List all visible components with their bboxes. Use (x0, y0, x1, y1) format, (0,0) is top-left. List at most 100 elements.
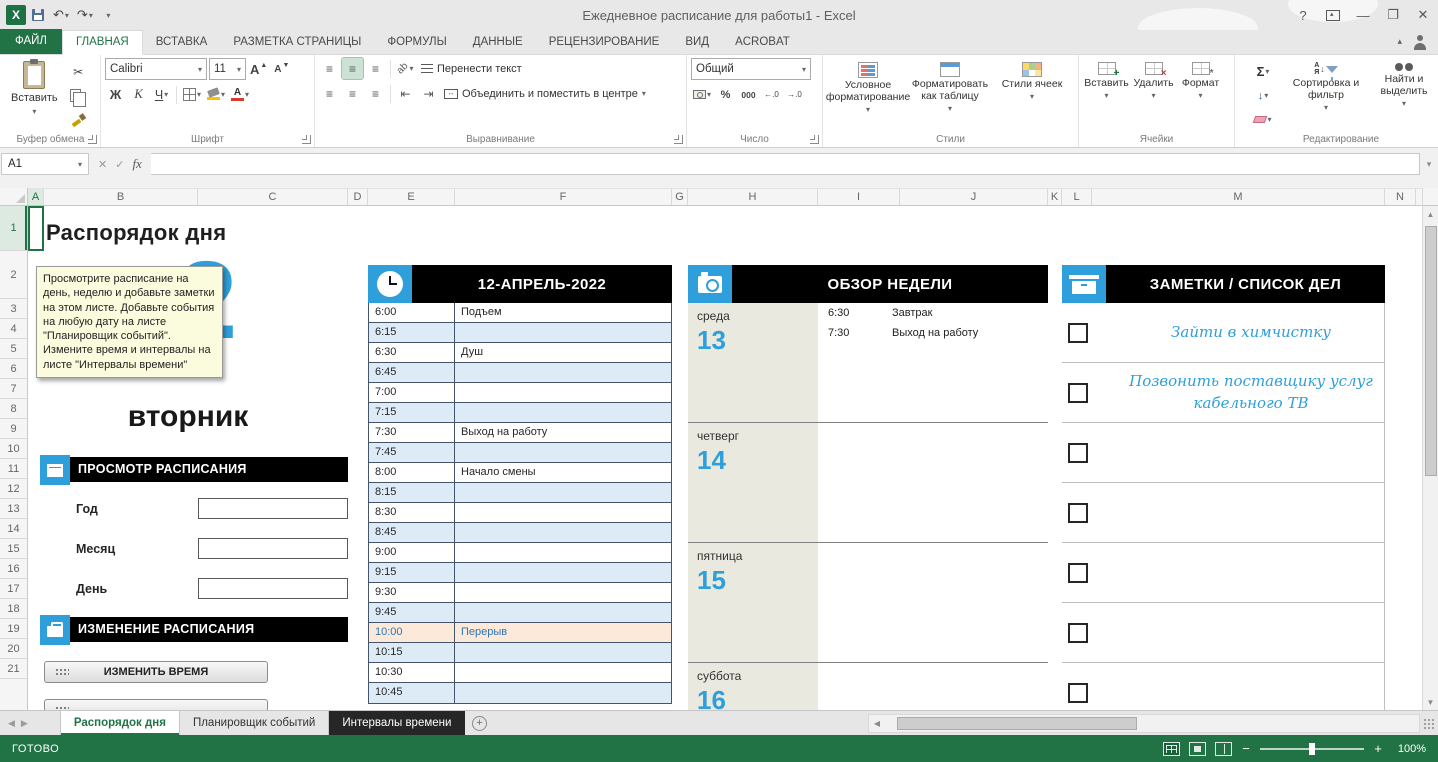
scroll-down-icon[interactable]: ▼ (1423, 694, 1438, 710)
row-header[interactable]: 9 (0, 419, 27, 439)
format-painter-button[interactable] (68, 109, 89, 130)
week-event-time[interactable]: 6:30 (818, 307, 892, 319)
change-interval-button-partial[interactable] (44, 699, 268, 710)
next-sheet-icon[interactable]: ▶ (21, 718, 28, 729)
dialog-launcher-icon[interactable] (674, 135, 683, 144)
close-button[interactable]: ✕ (1408, 1, 1438, 30)
todo-checkbox[interactable] (1068, 443, 1088, 463)
row-header[interactable]: 12 (0, 479, 27, 499)
row-header[interactable]: 20 (0, 639, 27, 659)
week-event-time[interactable]: 7:30 (818, 327, 892, 339)
schedule-time-cell[interactable]: 7:45 (369, 443, 455, 462)
increase-indent-button[interactable]: ⇥ (418, 83, 439, 104)
dialog-launcher-icon[interactable] (810, 135, 819, 144)
row-header[interactable]: 4 (0, 319, 27, 339)
conditional-formatting-button[interactable]: Условное форматирование ▾ (826, 58, 910, 130)
schedule-activity-cell[interactable] (455, 603, 671, 622)
align-left-button[interactable]: ≡ (319, 83, 340, 104)
cell-styles-button[interactable]: Стили ячеек ▾ (991, 58, 1073, 130)
ribbon-tab[interactable]: ВИД (672, 30, 722, 54)
zoom-in-button[interactable]: + (1373, 741, 1383, 756)
align-right-button[interactable]: ≡ (365, 83, 386, 104)
ribbon-display-button[interactable] (1318, 1, 1348, 30)
page-break-view-button[interactable] (1215, 741, 1232, 756)
qat-customize-button[interactable]: ▾ (98, 4, 118, 26)
row-header[interactable]: 10 (0, 439, 27, 459)
schedule-time-cell[interactable]: 6:45 (369, 363, 455, 382)
copy-button[interactable]: ▾ (68, 85, 89, 107)
insert-function-button[interactable]: fx (132, 156, 141, 172)
column-header[interactable]: G (672, 189, 688, 205)
fill-color-button[interactable]: ▾ (205, 84, 227, 105)
row-header[interactable]: 3 (0, 299, 27, 319)
row-header[interactable]: 2 (0, 251, 27, 299)
schedule-activity-cell[interactable]: Подъем (455, 303, 671, 322)
find-select-button[interactable]: Найти и выделить ▾ (1365, 58, 1438, 130)
column-header[interactable]: N (1385, 189, 1416, 205)
help-button[interactable]: ? (1288, 1, 1318, 30)
format-as-table-button[interactable]: Форматировать как таблицу ▾ (909, 58, 991, 130)
dialog-launcher-icon[interactable] (88, 135, 97, 144)
column-header[interactable]: I (818, 189, 900, 205)
row-header[interactable]: 5 (0, 339, 27, 359)
fill-button[interactable]: ↓ ▾ (1239, 85, 1287, 106)
column-header[interactable]: K (1048, 189, 1062, 205)
name-box[interactable]: A1 ▾ (1, 153, 89, 175)
font-size-select[interactable]: 11 ▾ (209, 58, 246, 80)
schedule-activity-cell[interactable] (455, 363, 671, 382)
new-sheet-button[interactable]: + (465, 711, 493, 735)
week-event-label[interactable]: Выход на работу (892, 327, 978, 339)
schedule-time-cell[interactable]: 8:30 (369, 503, 455, 522)
week-day-cell[interactable]: суббота 16 (688, 663, 818, 710)
row-header[interactable]: 6 (0, 359, 27, 379)
column-header[interactable]: C (198, 189, 348, 205)
decrease-indent-button[interactable]: ⇤ (395, 83, 416, 104)
delete-cells-button[interactable]: × Удалить ▾ (1130, 58, 1177, 130)
schedule-activity-cell[interactable] (455, 583, 671, 602)
week-day-cell[interactable]: среда 13 (688, 303, 818, 422)
sheet-tab[interactable]: Планировщик событий (180, 711, 330, 735)
todo-text[interactable]: Позвонить поставщику услуг кабельного ТВ (1118, 371, 1384, 415)
account-icon[interactable] (1412, 34, 1428, 50)
bold-button[interactable]: Ж (105, 84, 126, 105)
schedule-activity-cell[interactable] (455, 523, 671, 542)
number-format-select[interactable]: Общий ▾ (691, 58, 811, 80)
formula-bar-expand-button[interactable]: ▾ (1420, 153, 1438, 175)
field-input[interactable] (198, 578, 348, 599)
sheet-tab[interactable]: Интервалы времени (329, 711, 466, 735)
select-all-corner[interactable] (0, 188, 28, 206)
undo-button[interactable]: ↶ ▾ (50, 4, 72, 26)
redo-button[interactable]: ↷ ▾ (74, 4, 96, 26)
schedule-time-cell[interactable]: 10:30 (369, 663, 455, 682)
schedule-time-cell[interactable]: 10:45 (369, 683, 455, 703)
scroll-up-icon[interactable]: ▲ (1423, 206, 1438, 222)
row-header[interactable]: 14 (0, 519, 27, 539)
schedule-activity-cell[interactable] (455, 643, 671, 662)
row-header[interactable]: 7 (0, 379, 27, 399)
ribbon-tab[interactable]: РАЗМЕТКА СТРАНИЦЫ (220, 30, 374, 54)
schedule-activity-cell[interactable] (455, 483, 671, 502)
row-header[interactable]: 19 (0, 619, 27, 639)
shrink-font-button[interactable]: A ▼ (271, 59, 292, 80)
row-header[interactable]: 13 (0, 499, 27, 519)
todo-checkbox[interactable] (1068, 683, 1088, 703)
horizontal-scroll-thumb[interactable] (897, 717, 1137, 730)
field-input[interactable] (198, 498, 348, 519)
clear-button[interactable]: ▾ (1239, 109, 1287, 130)
decrease-decimal-button[interactable]: →.0 (784, 84, 805, 105)
schedule-time-cell[interactable]: 9:00 (369, 543, 455, 562)
schedule-time-cell[interactable]: 7:15 (369, 403, 455, 422)
schedule-time-cell[interactable]: 9:15 (369, 563, 455, 582)
schedule-activity-cell[interactable]: Душ (455, 343, 671, 362)
zoom-slider-thumb[interactable] (1309, 742, 1315, 755)
row-header[interactable]: 15 (0, 539, 27, 559)
week-event-label[interactable]: Завтрак (892, 307, 932, 319)
todo-text[interactable]: Зайти в химчистку (1118, 322, 1384, 344)
todo-checkbox[interactable] (1068, 503, 1088, 523)
column-header[interactable]: H (688, 189, 818, 205)
zoom-out-button[interactable]: − (1241, 741, 1251, 756)
insert-cells-button[interactable]: + Вставить ▾ (1083, 58, 1130, 130)
schedule-activity-cell[interactable] (455, 683, 671, 703)
sort-filter-button[interactable]: А Я ↓ Сортировка и фильтр ▾ (1287, 58, 1365, 130)
cancel-icon[interactable]: ✕ (98, 158, 107, 171)
